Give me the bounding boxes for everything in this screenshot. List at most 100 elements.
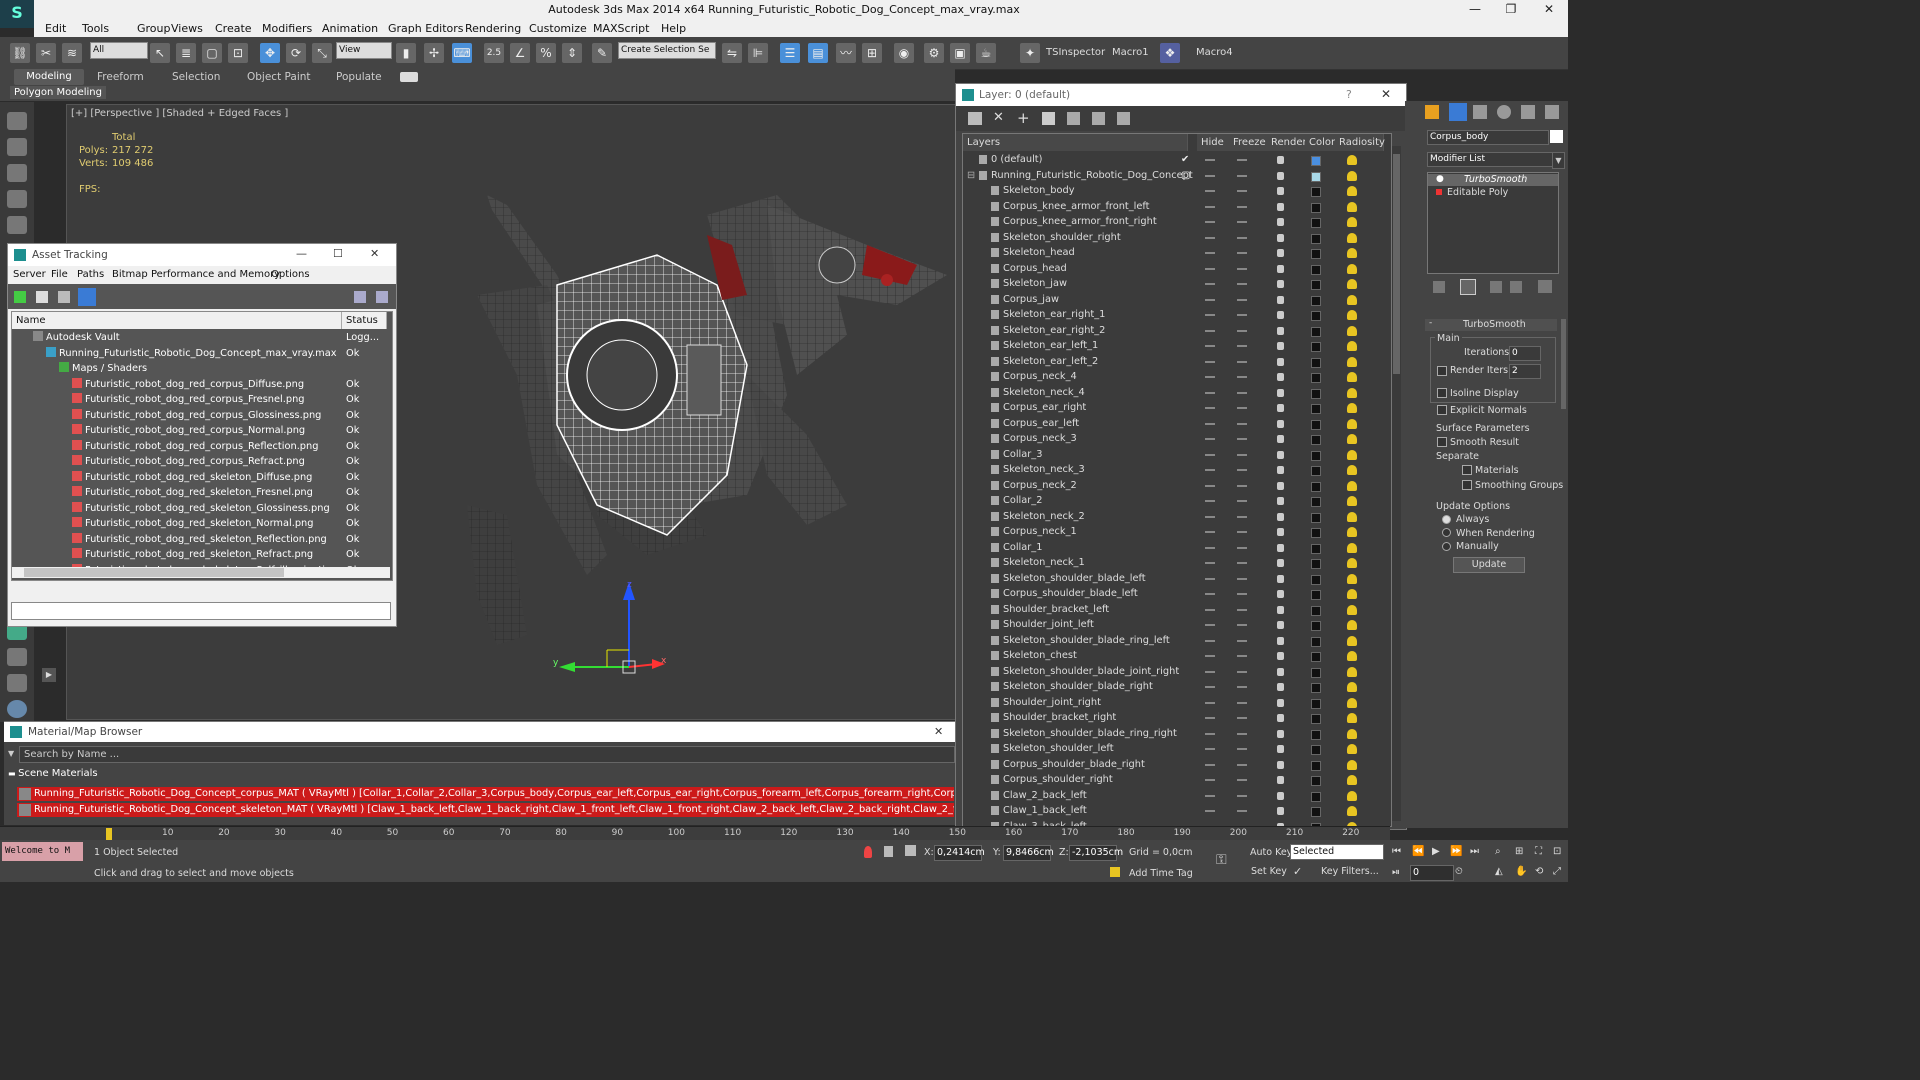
layer-row[interactable]: 0 (default) ✔	[963, 152, 1391, 168]
asset-row[interactable]: Futuristic_robot_dog_red_skeleton_Normal…	[12, 516, 392, 532]
radiosity-bulb-icon[interactable]	[1347, 418, 1357, 429]
layer-color-swatch[interactable]	[1311, 187, 1321, 197]
list-view-icon[interactable]	[36, 291, 48, 303]
radiosity-bulb-icon[interactable]	[1347, 325, 1357, 336]
layer-stack-icon[interactable]	[968, 112, 982, 125]
layer-color-swatch[interactable]	[1311, 481, 1321, 492]
show-end-result-icon[interactable]	[1460, 279, 1476, 295]
radiosity-bulb-icon[interactable]	[1347, 341, 1357, 351]
asset-row[interactable]: Futuristic_robot_dog_red_skeleton_Diffus…	[12, 470, 392, 486]
layers-col-color[interactable]: Color	[1305, 134, 1336, 151]
render-teapot-icon[interactable]	[1277, 776, 1284, 784]
hide-toggle[interactable]	[1205, 608, 1215, 611]
asset-row[interactable]: Futuristic_robot_dog_red_corpus_Normal.p…	[12, 423, 392, 439]
freeze-toggle[interactable]	[1237, 562, 1247, 564]
move-icon[interactable]: ✥	[260, 43, 280, 63]
link-icon[interactable]: ⛓	[10, 43, 30, 63]
rotate-icon[interactable]: ⟳	[286, 43, 306, 63]
layer-color-swatch[interactable]	[1311, 528, 1321, 538]
radiosity-bulb-icon[interactable]	[1347, 217, 1357, 227]
freeze-toggle[interactable]	[1237, 174, 1247, 177]
asset-row[interactable]: Futuristic_robot_dog_red_corpus_Glossine…	[12, 408, 392, 424]
next-frame-icon[interactable]: ⏩	[1450, 846, 1462, 857]
snap-toggle-icon[interactable]: 2.5	[484, 43, 504, 63]
freeze-toggle[interactable]	[1237, 794, 1247, 797]
layer-color-swatch[interactable]	[1311, 621, 1321, 631]
layer-row[interactable]: Collar_1	[963, 540, 1391, 556]
layers-scroll-thumb[interactable]	[1393, 154, 1400, 374]
asset-menu-file[interactable]: File	[51, 269, 68, 280]
layer-color-swatch[interactable]	[1311, 807, 1321, 817]
layer-color-swatch[interactable]	[1311, 605, 1321, 616]
freeze-toggle[interactable]	[1237, 500, 1247, 502]
robot-dog-model[interactable]	[447, 175, 957, 655]
align-icon[interactable]: ⊫	[748, 43, 768, 63]
curve-editor-icon[interactable]: 〰	[836, 43, 856, 63]
render-teapot-icon[interactable]	[1277, 590, 1284, 598]
stack-item-turbosmooth[interactable]: ● TurboSmooth	[1428, 174, 1558, 186]
freeze-toggle[interactable]	[1237, 469, 1247, 471]
lock-selection-icon[interactable]	[884, 846, 893, 857]
field-of-view-icon[interactable]: ◭	[1495, 866, 1503, 877]
scene-materials-header[interactable]: ▬ Scene Materials	[8, 768, 98, 779]
menu-group[interactable]: Group	[137, 22, 171, 35]
update-button[interactable]: Update	[1453, 557, 1525, 573]
layer-color-swatch[interactable]	[1311, 218, 1321, 228]
layers-col-render[interactable]: Render	[1267, 134, 1307, 151]
asset-row[interactable]: Futuristic_robot_dog_red_skeleton_Glossi…	[12, 501, 392, 517]
move-gizmo[interactable]	[547, 570, 667, 680]
freeze-toggle[interactable]	[1237, 810, 1247, 812]
select-by-name-icon[interactable]: ≣	[176, 43, 196, 63]
render-teapot-icon[interactable]	[1277, 543, 1284, 552]
layers-help-button[interactable]: ?	[1346, 88, 1352, 101]
asset-row[interactable]: Running_Futuristic_Robotic_Dog_Concept_m…	[12, 346, 392, 362]
freeze-toggle[interactable]	[1237, 779, 1247, 781]
render-teapot-icon[interactable]	[1277, 342, 1284, 350]
light-icon[interactable]	[7, 216, 27, 234]
render-teapot-icon[interactable]	[1277, 621, 1284, 629]
radiosity-bulb-icon[interactable]	[1347, 279, 1357, 289]
col-status[interactable]: Status	[342, 312, 387, 329]
list-icon[interactable]	[7, 164, 27, 182]
layer-color-swatch[interactable]	[1311, 404, 1321, 414]
layer-row[interactable]: Claw_1_back_left	[963, 803, 1391, 819]
render-setup-icon[interactable]: ⚙	[924, 43, 944, 63]
hide-toggle[interactable]	[1205, 298, 1215, 301]
radiosity-bulb-icon[interactable]	[1347, 310, 1357, 320]
time-tag-icon[interactable]	[1110, 867, 1120, 877]
layer-row[interactable]: Corpus_ear_left	[963, 416, 1391, 432]
radiosity-bulb-icon[interactable]	[1347, 356, 1357, 367]
modify-tab-icon[interactable]	[1449, 103, 1467, 121]
layer-row[interactable]: Skeleton_ear_left_2	[963, 354, 1391, 370]
render-teapot-icon[interactable]	[1277, 760, 1284, 769]
add-layer-icon[interactable]: +	[1017, 109, 1030, 127]
asset-minimize-button[interactable]: —	[296, 247, 307, 260]
render-teapot-icon[interactable]	[1277, 171, 1284, 180]
layer-row[interactable]: Corpus_head	[963, 261, 1391, 277]
render-teapot-icon[interactable]	[1277, 419, 1284, 428]
layer-row[interactable]: Corpus_ear_right	[963, 400, 1391, 416]
menu-help[interactable]: Help	[661, 22, 686, 35]
layer-color-swatch[interactable]	[1311, 698, 1321, 709]
radiosity-bulb-icon[interactable]	[1347, 449, 1357, 460]
radiosity-bulb-icon[interactable]	[1347, 527, 1357, 537]
layer-row[interactable]: Collar_2	[963, 493, 1391, 509]
asset-row[interactable]: Futuristic_robot_dog_red_corpus_Reflecti…	[12, 439, 392, 455]
radiosity-bulb-icon[interactable]	[1347, 248, 1357, 258]
command-panel-scrollbar[interactable]	[1561, 319, 1566, 409]
layer-color-swatch[interactable]	[1311, 295, 1321, 306]
freeze-toggle[interactable]	[1237, 655, 1247, 657]
asset-row[interactable]: Futuristic_robot_dog_red_corpus_Refract.…	[12, 454, 392, 470]
zoom-extents-all-icon[interactable]: ⊡	[1553, 846, 1561, 857]
key-filters-button[interactable]: Key Filters...	[1321, 866, 1379, 877]
freeze-toggle[interactable]	[1237, 763, 1247, 766]
radiosity-bulb-icon[interactable]	[1347, 666, 1357, 677]
render-teapot-icon[interactable]	[1277, 218, 1284, 226]
sphere-icon[interactable]	[7, 700, 27, 718]
hide-toggle[interactable]	[1205, 174, 1215, 177]
layer-color-swatch[interactable]	[1311, 760, 1321, 771]
viewport-label[interactable]: [+] [Perspective ] [Shaded + Edged Faces…	[71, 108, 288, 119]
render-teapot-icon[interactable]	[1277, 481, 1284, 490]
hide-toggle[interactable]	[1205, 422, 1215, 425]
freeze-toggle[interactable]	[1237, 531, 1247, 533]
